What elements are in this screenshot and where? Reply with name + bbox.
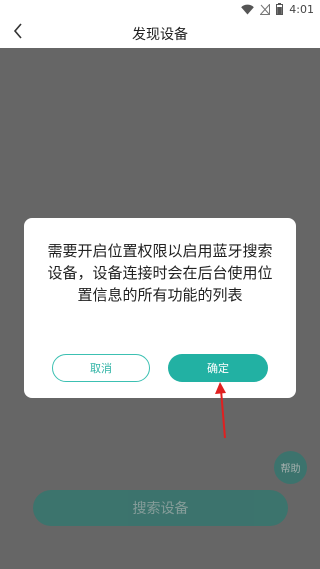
- battery-icon: [276, 3, 284, 15]
- page-title: 发现设备: [132, 27, 188, 43]
- confirm-button[interactable]: 确定: [168, 354, 268, 382]
- red-arrow-annotation: [215, 382, 226, 439]
- app-header: 发现设备: [0, 18, 320, 48]
- cancel-label: 取消: [90, 362, 112, 375]
- status-icons: 4:01: [241, 2, 314, 16]
- dialog-message: 需要开启位置权限以启用蓝牙搜索设备，设备连接时会在后台使用位置信息的所有功能的列…: [47, 242, 273, 304]
- help-button[interactable]: 帮助: [274, 451, 307, 484]
- signal-off-icon: [260, 3, 271, 15]
- cancel-button[interactable]: 取消: [52, 354, 150, 382]
- search-device-button[interactable]: 搜索设备: [33, 490, 288, 526]
- wifi-icon: [241, 4, 255, 15]
- permission-dialog: 需要开启位置权限以启用蓝牙搜索设备，设备连接时会在后台使用位置信息的所有功能的列…: [24, 218, 296, 398]
- search-device-label: 搜索设备: [132, 501, 189, 517]
- confirm-label: 确定: [207, 362, 229, 375]
- help-label: 帮助: [280, 464, 301, 475]
- status-time: 4:01: [289, 2, 314, 16]
- status-bar: 4:01: [0, 0, 320, 18]
